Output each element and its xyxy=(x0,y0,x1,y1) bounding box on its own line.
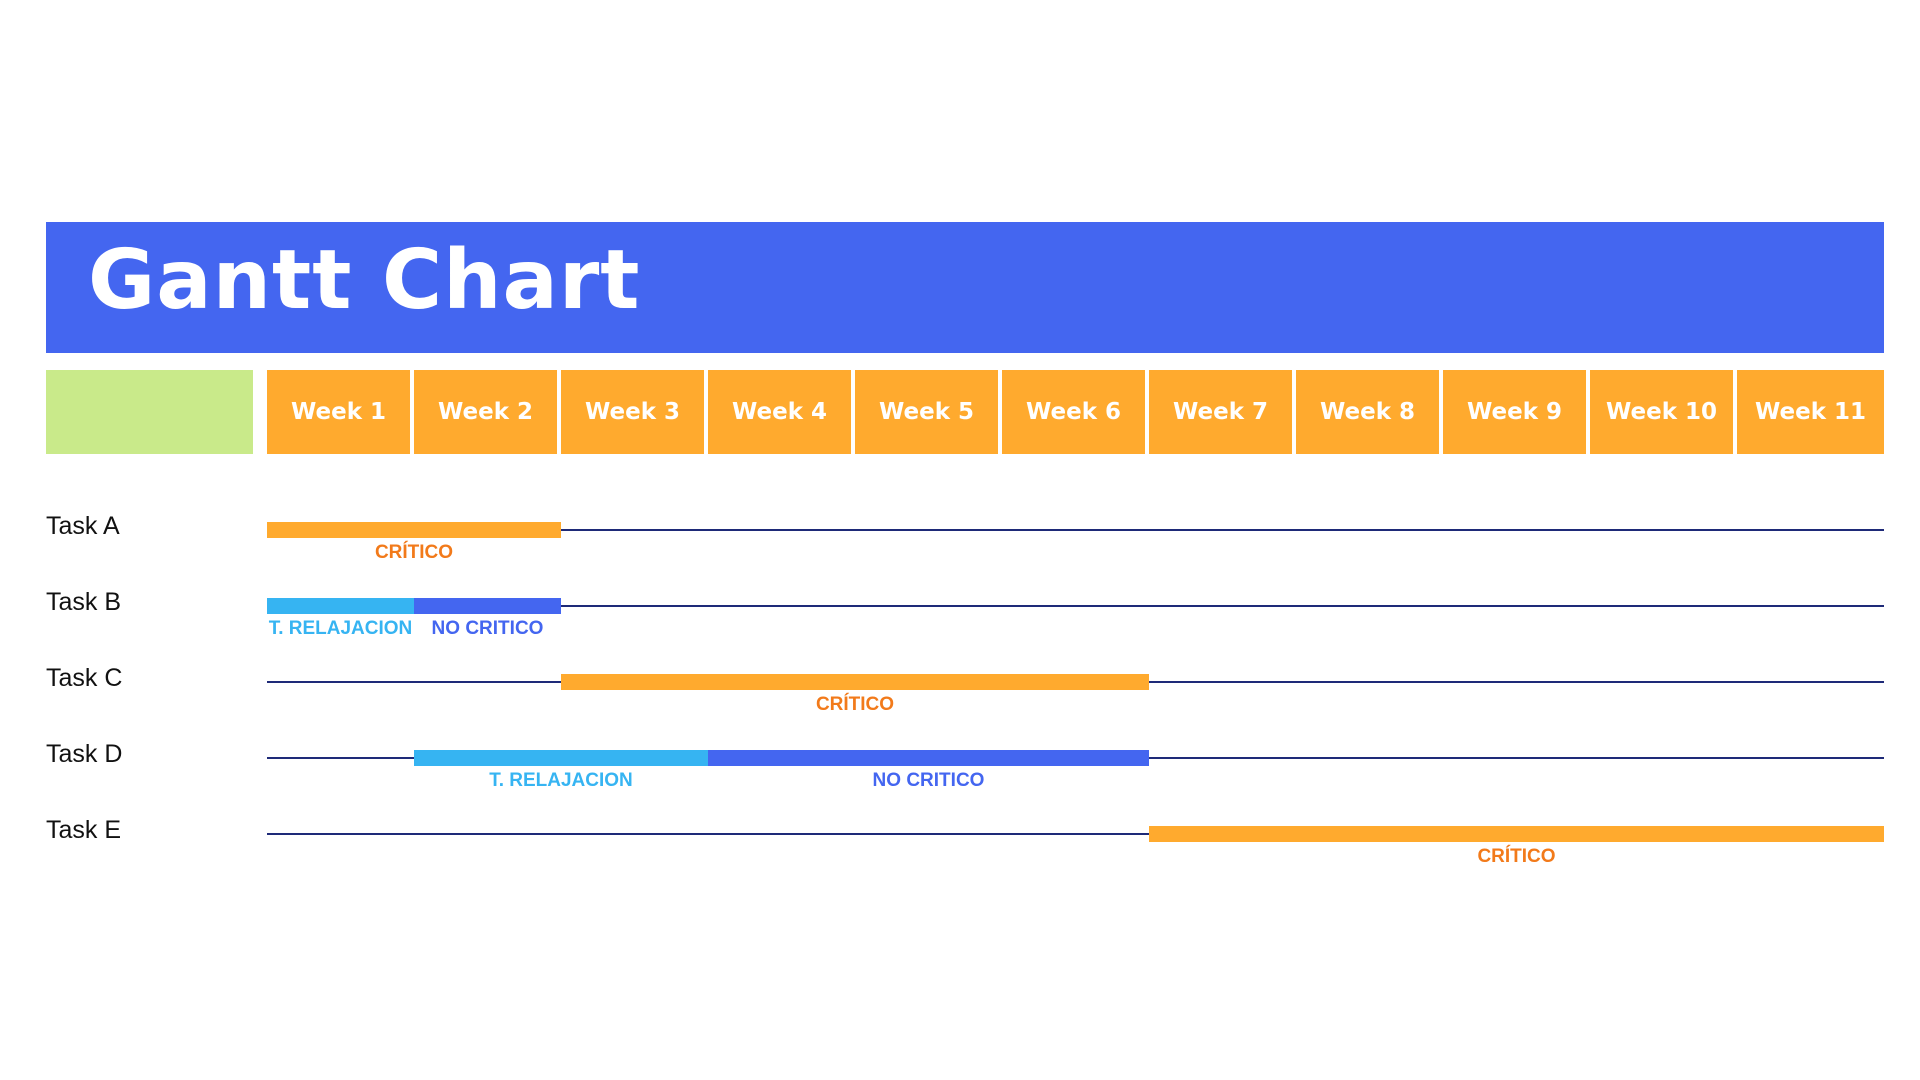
task-bar-no-critico xyxy=(708,750,1149,766)
task-label: Task E xyxy=(46,816,122,844)
chart-title: Gantt Chart xyxy=(88,233,641,328)
task-bar-label: CRÍTICO xyxy=(815,694,895,715)
task-label: Task B xyxy=(46,588,122,616)
task-bar-relajacion xyxy=(414,750,708,766)
week-header-6: Week 6 xyxy=(1002,370,1145,454)
task-bar-relajacion xyxy=(267,598,414,614)
week-header-11: Week 11 xyxy=(1737,370,1884,454)
task-label: Task C xyxy=(46,664,123,692)
task-bar-critico xyxy=(267,522,561,538)
week-header-8: Week 8 xyxy=(1296,370,1439,454)
week-header-3: Week 3 xyxy=(561,370,704,454)
task-label: Task D xyxy=(46,740,123,768)
week-header-10: Week 10 xyxy=(1590,370,1733,454)
week-header-4: Week 4 xyxy=(708,370,851,454)
task-bar-label: NO CRITICO xyxy=(431,618,544,639)
task-bar-label: NO CRITICO xyxy=(872,770,985,791)
week-header-2: Week 2 xyxy=(414,370,557,454)
task-bar-label: T. RELAJACION xyxy=(489,770,633,791)
header-corner-cell xyxy=(46,370,253,454)
task-bar-label: T. RELAJACION xyxy=(268,618,413,639)
task-bar-no-critico xyxy=(414,598,561,614)
task-bar-label: CRÍTICO xyxy=(374,542,454,563)
task-label: Task A xyxy=(46,512,120,540)
task-bar-critico xyxy=(1149,826,1884,842)
week-header-9: Week 9 xyxy=(1443,370,1586,454)
title-banner: Gantt Chart xyxy=(46,222,1884,353)
week-header-1: Week 1 xyxy=(267,370,410,454)
task-bar-critico xyxy=(561,674,1149,690)
week-header-7: Week 7 xyxy=(1149,370,1292,454)
task-bar-label: CRÍTICO xyxy=(1477,846,1556,867)
week-header-5: Week 5 xyxy=(855,370,998,454)
